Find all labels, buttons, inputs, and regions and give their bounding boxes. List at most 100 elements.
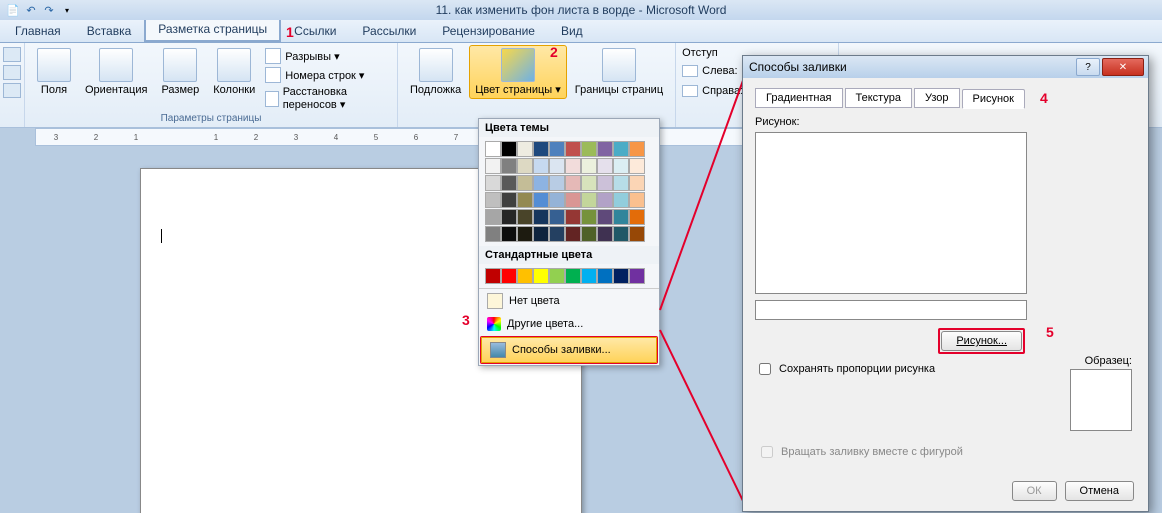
color-swatch[interactable] (629, 226, 645, 242)
color-swatch[interactable] (501, 192, 517, 208)
color-swatch[interactable] (581, 141, 597, 157)
color-swatch[interactable] (597, 192, 613, 208)
color-swatch[interactable] (565, 268, 581, 284)
hyphenation-button[interactable]: Расстановка переносов ▾ (263, 85, 391, 112)
undo-icon[interactable]: ↶ (24, 3, 38, 17)
color-swatch[interactable] (501, 158, 517, 174)
color-swatch[interactable] (613, 141, 629, 157)
color-swatch[interactable] (485, 175, 501, 191)
color-swatch[interactable] (613, 209, 629, 225)
size-button[interactable]: Размер (155, 45, 205, 99)
color-swatch[interactable] (613, 226, 629, 242)
color-swatch[interactable] (565, 175, 581, 191)
cancel-button[interactable]: Отмена (1065, 481, 1134, 501)
color-swatch[interactable] (501, 268, 517, 284)
select-picture-button[interactable]: Рисунок... (941, 331, 1022, 351)
page-borders-button[interactable]: Границы страниц (569, 45, 669, 99)
no-color-item[interactable]: Нет цвета (479, 289, 659, 313)
color-swatch[interactable] (629, 158, 645, 174)
color-swatch[interactable] (629, 175, 645, 191)
qat-dropdown-icon[interactable]: ▾ (60, 3, 74, 17)
color-swatch[interactable] (517, 158, 533, 174)
color-swatch[interactable] (565, 141, 581, 157)
color-swatch[interactable] (597, 268, 613, 284)
redo-icon[interactable]: ↷ (42, 3, 56, 17)
color-swatch[interactable] (517, 268, 533, 284)
tab-view[interactable]: Вид (548, 20, 596, 42)
color-swatch[interactable] (597, 209, 613, 225)
color-swatch[interactable] (485, 192, 501, 208)
color-swatch[interactable] (501, 226, 517, 242)
color-swatch[interactable] (581, 192, 597, 208)
color-swatch[interactable] (501, 175, 517, 191)
color-swatch[interactable] (629, 268, 645, 284)
theme-effects-icon[interactable] (3, 83, 21, 98)
dialog-title-bar[interactable]: Способы заливки ? ✕ (743, 56, 1148, 78)
color-swatch[interactable] (565, 158, 581, 174)
color-swatch[interactable] (517, 175, 533, 191)
color-swatch[interactable] (629, 141, 645, 157)
tab-texture[interactable]: Текстура (845, 88, 912, 108)
watermark-button[interactable]: Подложка (404, 45, 467, 99)
color-swatch[interactable] (597, 226, 613, 242)
color-swatch[interactable] (485, 226, 501, 242)
color-swatch[interactable] (581, 175, 597, 191)
tab-review[interactable]: Рецензирование (429, 20, 548, 42)
color-swatch[interactable] (613, 175, 629, 191)
tab-pattern[interactable]: Узор (914, 88, 960, 108)
color-swatch[interactable] (613, 192, 629, 208)
line-numbers-button[interactable]: Номера строк ▾ (263, 66, 391, 84)
color-swatch[interactable] (581, 209, 597, 225)
color-swatch[interactable] (597, 158, 613, 174)
dialog-close-button[interactable]: ✕ (1102, 58, 1144, 76)
tab-picture[interactable]: Рисунок (962, 89, 1026, 109)
dialog-help-button[interactable]: ? (1076, 58, 1100, 76)
color-swatch[interactable] (549, 158, 565, 174)
color-swatch[interactable] (581, 268, 597, 284)
fill-effects-item[interactable]: Способы заливки... (481, 337, 657, 363)
color-swatch[interactable] (629, 192, 645, 208)
tab-page-layout[interactable]: Разметка страницы (144, 17, 281, 42)
color-swatch[interactable] (533, 192, 549, 208)
color-swatch[interactable] (517, 141, 533, 157)
more-colors-item[interactable]: Другие цвета... (479, 313, 659, 335)
color-swatch[interactable] (581, 158, 597, 174)
color-swatch[interactable] (517, 209, 533, 225)
color-swatch[interactable] (517, 226, 533, 242)
columns-button[interactable]: Колонки (207, 45, 261, 99)
color-swatch[interactable] (517, 192, 533, 208)
breaks-button[interactable]: Разрывы ▾ (263, 47, 391, 65)
color-swatch[interactable] (533, 141, 549, 157)
color-swatch[interactable] (549, 268, 565, 284)
tab-mailings[interactable]: Рассылки (349, 20, 429, 42)
color-swatch[interactable] (533, 226, 549, 242)
color-swatch[interactable] (565, 226, 581, 242)
color-swatch[interactable] (549, 226, 565, 242)
color-swatch[interactable] (501, 141, 517, 157)
color-swatch[interactable] (533, 268, 549, 284)
color-swatch[interactable] (485, 158, 501, 174)
color-swatch[interactable] (485, 209, 501, 225)
color-swatch[interactable] (533, 158, 549, 174)
theme-colors-icon[interactable] (3, 47, 21, 62)
color-swatch[interactable] (485, 141, 501, 157)
tab-gradient[interactable]: Градиентная (755, 88, 843, 108)
tab-insert[interactable]: Вставка (74, 20, 145, 42)
color-swatch[interactable] (597, 175, 613, 191)
margins-button[interactable]: Поля (31, 45, 77, 99)
color-swatch[interactable] (485, 268, 501, 284)
color-swatch[interactable] (565, 192, 581, 208)
color-swatch[interactable] (613, 158, 629, 174)
color-swatch[interactable] (549, 175, 565, 191)
color-swatch[interactable] (533, 175, 549, 191)
color-swatch[interactable] (629, 209, 645, 225)
lock-aspect-input[interactable] (759, 363, 771, 375)
color-swatch[interactable] (549, 192, 565, 208)
color-swatch[interactable] (501, 209, 517, 225)
color-swatch[interactable] (613, 268, 629, 284)
orientation-button[interactable]: Ориентация (79, 45, 153, 99)
color-swatch[interactable] (581, 226, 597, 242)
color-swatch[interactable] (597, 141, 613, 157)
tab-home[interactable]: Главная (2, 20, 74, 42)
color-swatch[interactable] (533, 209, 549, 225)
